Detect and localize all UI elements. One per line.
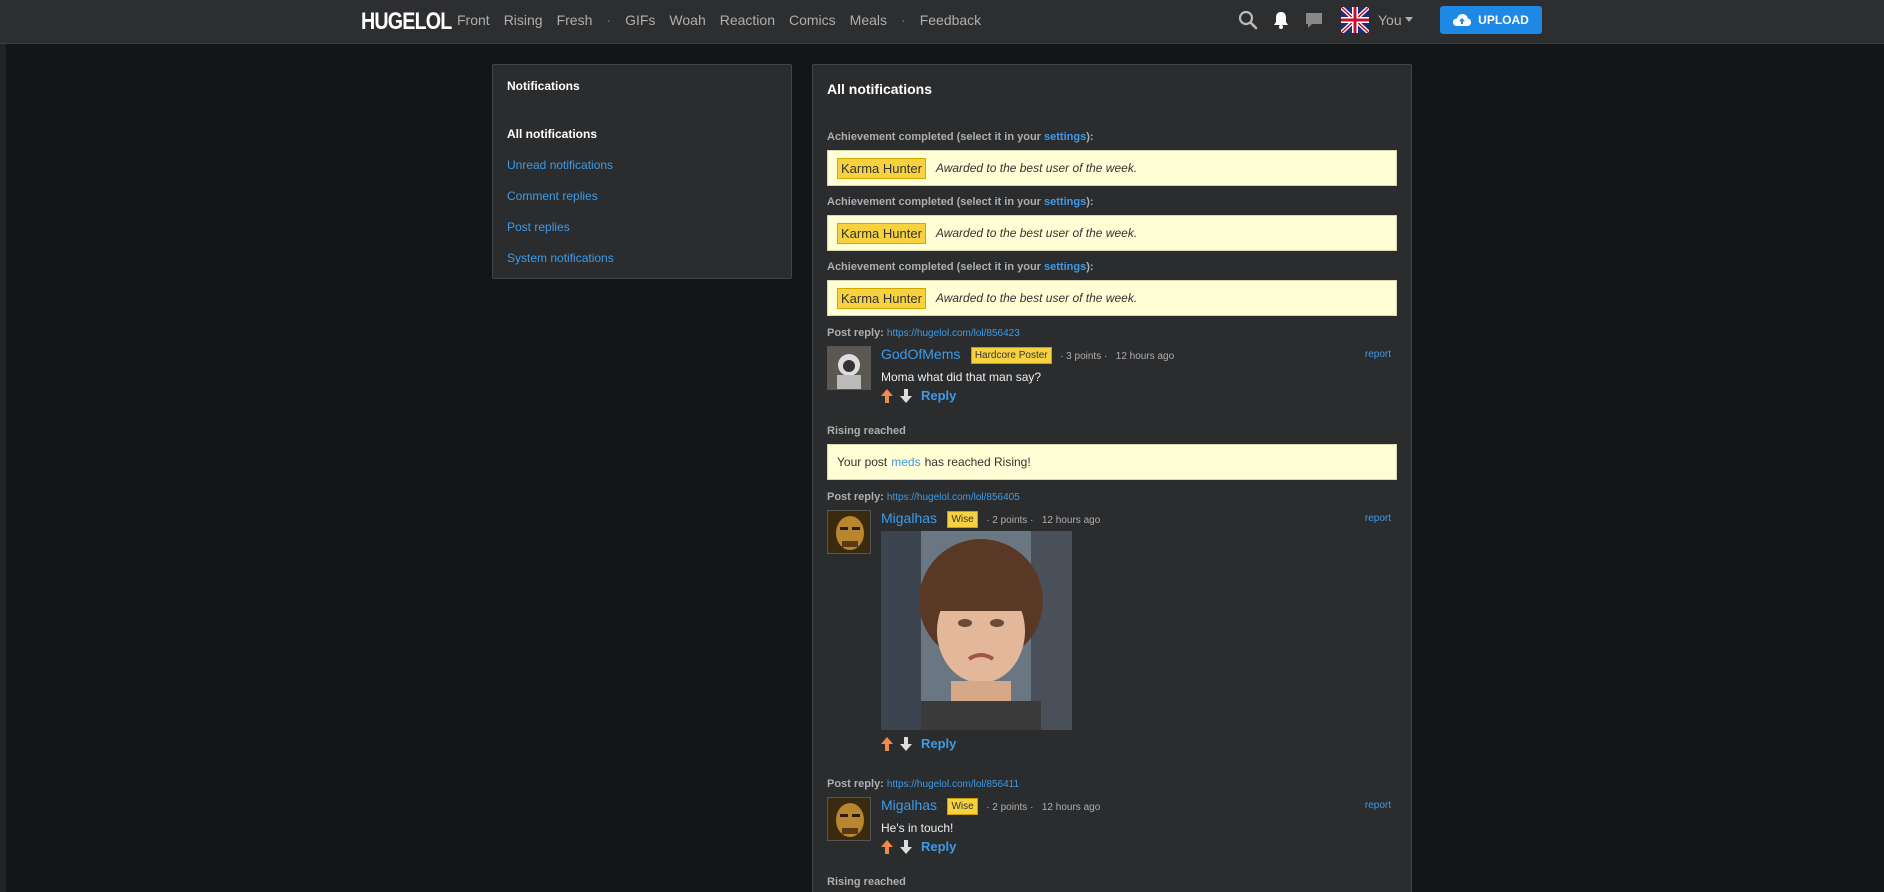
comment-time: 12 hours ago (1041, 802, 1101, 813)
cloud-upload-icon (1453, 14, 1472, 26)
nav-comics[interactable]: Comics (789, 12, 836, 28)
comment: GodOfMems Hardcore Poster · 3 points · 1… (827, 346, 1397, 406)
user-menu-label[interactable]: You (1378, 12, 1402, 28)
search-icon[interactable] (1238, 10, 1258, 30)
achievement-badge: Karma Hunter (837, 222, 926, 244)
reply-button[interactable]: Reply (921, 736, 956, 751)
achievement-description: Awarded to the best user of the week. (935, 226, 1138, 240)
nav-front[interactable]: Front (457, 12, 490, 28)
achievement-notification: Karma Hunter Awarded to the best user of… (827, 215, 1397, 251)
report-link[interactable]: report (1365, 349, 1391, 360)
comment-username[interactable]: GodOfMems (881, 346, 960, 362)
post-link[interactable]: https://hugelol.com/lol/856423 (887, 328, 1020, 339)
chat-icon[interactable] (1304, 10, 1324, 30)
downvote-icon[interactable] (900, 839, 912, 854)
nav-woah[interactable]: Woah (669, 12, 705, 28)
user-avatar[interactable] (1341, 7, 1369, 33)
left-edge-strip (0, 44, 6, 892)
nav-reaction[interactable]: Reaction (720, 12, 775, 28)
notification-title: Post reply: https://hugelol.com/lol/8564… (827, 327, 1020, 339)
top-nav-bar: HUGELOL Front Rising Fresh · GIFs Woah R… (0, 0, 1884, 44)
upvote-icon[interactable] (881, 839, 893, 854)
comment: Migalhas Wise · 2 points · 12 hours ago … (827, 797, 1397, 857)
nav-fresh[interactable]: Fresh (557, 12, 593, 28)
post-link[interactable]: https://hugelol.com/lol/856405 (887, 492, 1020, 503)
upvote-icon[interactable] (881, 388, 893, 403)
comment-text: Moma what did that man say? (881, 370, 1042, 384)
comment-username[interactable]: Migalhas (881, 510, 937, 526)
nav-separator: · (901, 12, 906, 28)
avatar[interactable] (827, 346, 871, 390)
achievement-badge: Karma Hunter (837, 157, 926, 179)
comment-time: 12 hours ago (1041, 515, 1101, 526)
nav-meals[interactable]: Meals (850, 12, 887, 28)
sidebar-item-unread-notifications[interactable]: Unread notifications (507, 158, 777, 189)
notification-title: Post reply: https://hugelol.com/lol/8564… (827, 778, 1020, 790)
notification-title: Rising reached (827, 876, 906, 888)
settings-link[interactable]: settings (1044, 196, 1086, 208)
notification-title: Rising reached (827, 425, 906, 437)
comment-time: 12 hours ago (1115, 351, 1175, 362)
report-link[interactable]: report (1365, 800, 1391, 811)
settings-link[interactable]: settings (1044, 131, 1086, 143)
reply-button[interactable]: Reply (921, 839, 956, 854)
upload-button[interactable]: UPLOAD (1440, 6, 1542, 34)
nav-rising[interactable]: Rising (504, 12, 543, 28)
comment-points: · 2 points · (986, 515, 1034, 526)
notifications-sidebar: Notifications All notifications Unread n… (492, 64, 792, 279)
achievement-description: Awarded to the best user of the week. (935, 291, 1138, 305)
comment-image[interactable] (881, 531, 1072, 730)
nav-gifs[interactable]: GIFs (625, 12, 655, 28)
comment: Migalhas Wise · 2 points · 12 hours ago … (827, 510, 1397, 751)
comment-username[interactable]: Migalhas (881, 797, 937, 813)
notification-title: Achievement completed (select it in your… (827, 131, 1094, 143)
sidebar-item-comment-replies[interactable]: Comment replies (507, 189, 777, 220)
nav-separator: · (606, 12, 612, 28)
site-logo[interactable]: HUGELOL (361, 8, 452, 36)
notifications-panel: All notifications Achievement completed … (812, 64, 1412, 892)
achievement-description: Awarded to the best user of the week. (935, 161, 1138, 175)
comment-points: · 2 points · (986, 802, 1034, 813)
user-rank-badge: Hardcore Poster (970, 347, 1052, 364)
upvote-icon[interactable] (881, 736, 893, 751)
report-link[interactable]: report (1365, 513, 1391, 524)
notification-title: Achievement completed (select it in your… (827, 196, 1094, 208)
avatar[interactable] (827, 510, 871, 554)
reply-button[interactable]: Reply (921, 388, 956, 403)
avatar[interactable] (827, 797, 871, 841)
chevron-down-icon[interactable] (1405, 17, 1413, 22)
user-rank-badge: Wise (947, 798, 978, 815)
post-link[interactable]: https://hugelol.com/lol/856411 (887, 779, 1019, 790)
notification-title: Achievement completed (select it in your… (827, 261, 1094, 273)
downvote-icon[interactable] (900, 388, 912, 403)
sidebar-title: Notifications (507, 79, 580, 93)
settings-link[interactable]: settings (1044, 261, 1086, 273)
upload-label: UPLOAD (1478, 13, 1529, 27)
user-rank-badge: Wise (947, 511, 978, 528)
rising-notification: Your post meds has reached Rising! (827, 444, 1397, 480)
comment-points: · 3 points · (1060, 351, 1108, 362)
comment-text: He's in touch! (881, 821, 954, 835)
sidebar-item-all-notifications[interactable]: All notifications (507, 127, 777, 158)
nav-feedback[interactable]: Feedback (920, 12, 981, 28)
achievement-badge: Karma Hunter (837, 287, 926, 309)
sidebar-item-system-notifications[interactable]: System notifications (507, 251, 777, 282)
downvote-icon[interactable] (900, 736, 912, 751)
main-nav: Front Rising Fresh · GIFs Woah Reaction … (457, 0, 995, 40)
bell-icon[interactable] (1271, 10, 1291, 30)
achievement-notification: Karma Hunter Awarded to the best user of… (827, 280, 1397, 316)
achievement-notification: Karma Hunter Awarded to the best user of… (827, 150, 1397, 186)
sidebar-item-post-replies[interactable]: Post replies (507, 220, 777, 251)
page-title: All notifications (827, 81, 932, 97)
post-link[interactable]: meds (891, 455, 920, 469)
notification-title: Post reply: https://hugelol.com/lol/8564… (827, 491, 1020, 503)
